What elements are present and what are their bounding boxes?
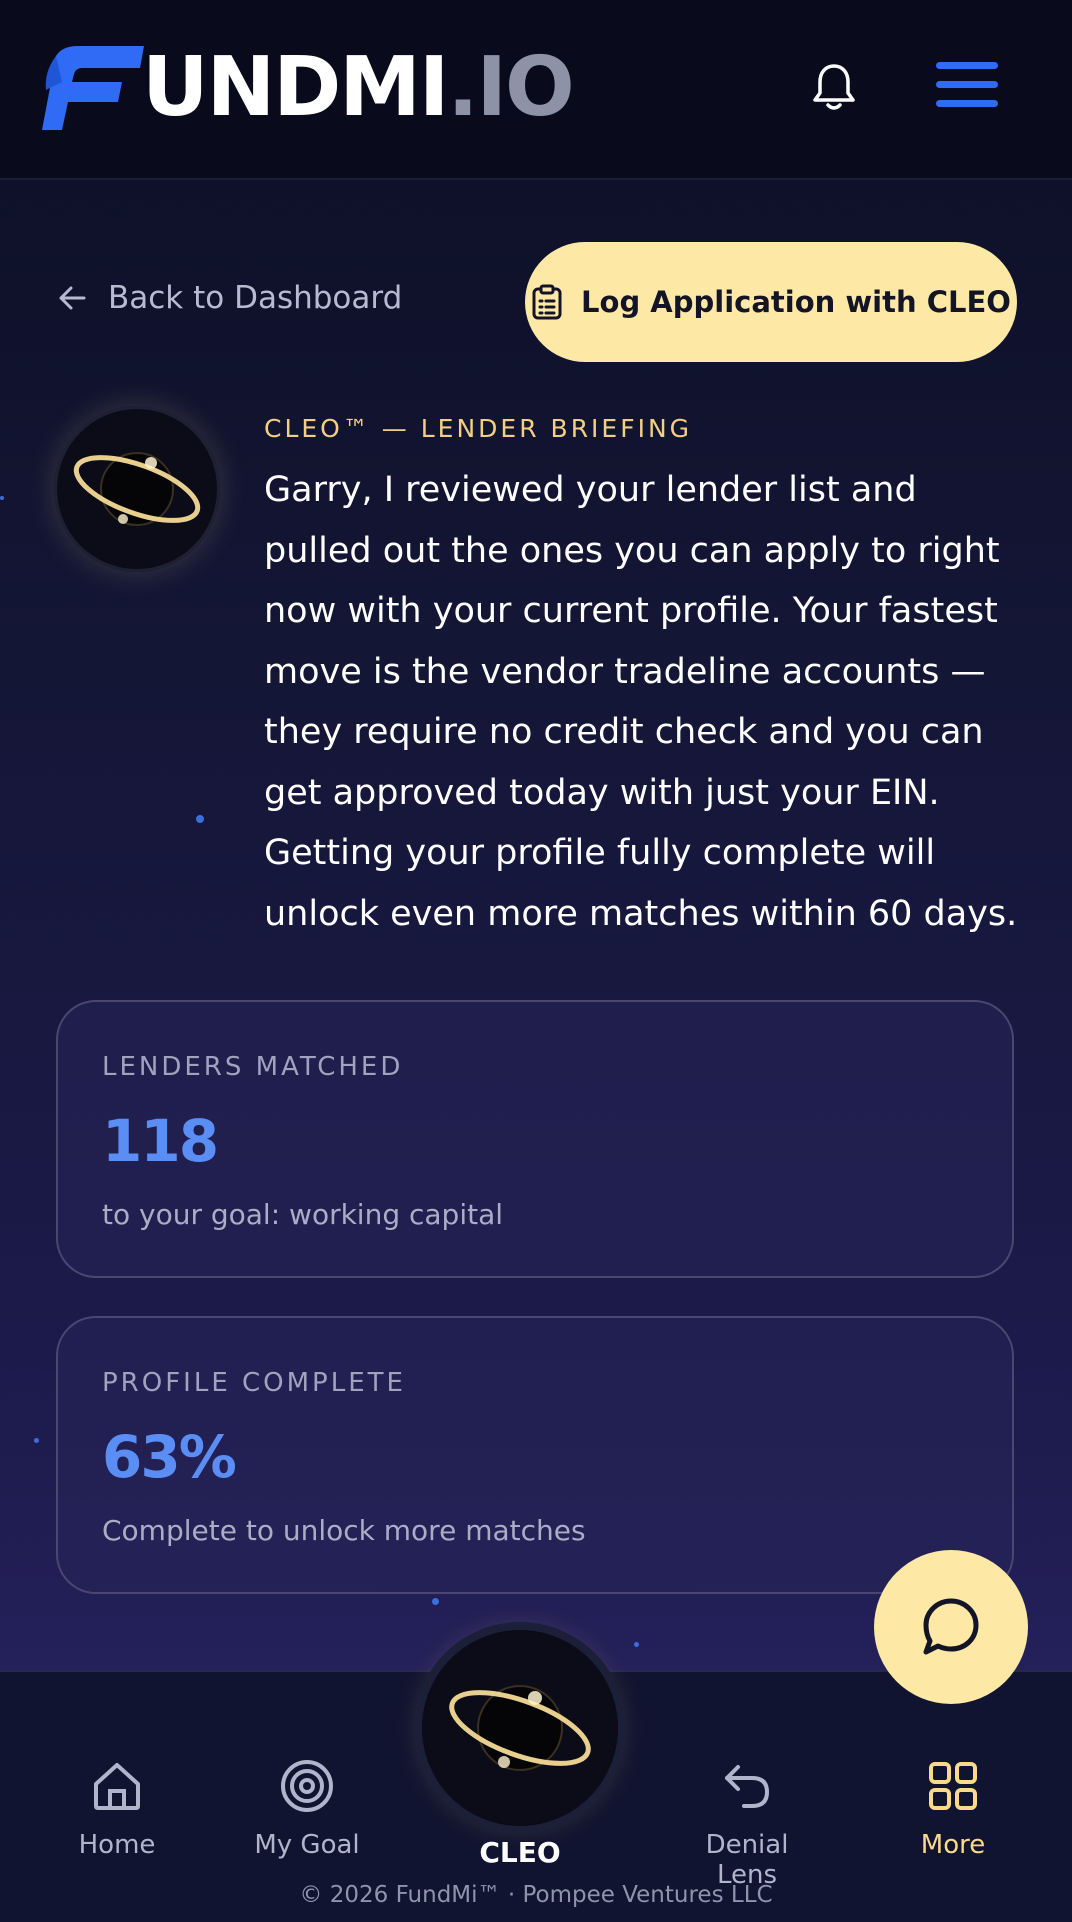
briefing-message: Garry, I reviewed your lender list and p… (264, 470, 1018, 934)
grid-icon (929, 1762, 977, 1810)
nav-home[interactable]: Home (42, 1756, 192, 1860)
cleo-avatar (54, 406, 220, 572)
planet-icon (449, 1685, 591, 1771)
briefing-label: CLEO™ — LENDER BRIEFING (264, 414, 693, 443)
arrow-left-icon (59, 286, 86, 310)
star-decoration (432, 1598, 439, 1605)
card-label: LENDERS MATCHED (102, 1052, 404, 1082)
card-value: 63% (102, 1423, 237, 1491)
nav-more[interactable]: More (878, 1756, 1028, 1860)
nav-cleo-label: CLEO (479, 1836, 561, 1869)
chat-bubble-icon (923, 1598, 979, 1655)
back-link-label: Back to Dashboard (108, 280, 403, 316)
nav-my-goal-label: My Goal (254, 1830, 360, 1860)
star-decoration (34, 1438, 39, 1443)
card-value: 118 (102, 1107, 219, 1175)
hamburger-menu-icon[interactable] (936, 62, 998, 112)
nav-denial-lens[interactable]: Denial Lens (672, 1756, 822, 1890)
back-to-dashboard-link[interactable]: Back to Dashboard (58, 280, 402, 316)
star-decoration (196, 815, 204, 823)
undo-arrow-icon (725, 1765, 770, 1808)
nav-my-goal[interactable]: My Goal (232, 1756, 382, 1860)
nav-denial-lens-label: Denial Lens (705, 1830, 789, 1890)
app-header: UNDMI.IO (0, 0, 1072, 180)
nav-home-label: Home (78, 1830, 156, 1860)
logo-text: UNDMI.IO (142, 40, 575, 135)
logo-f-icon (42, 46, 144, 130)
clipboard-icon (532, 284, 562, 320)
fundmi-logo[interactable]: UNDMI.IO (42, 40, 575, 136)
star-decoration (0, 496, 4, 500)
profile-complete-card: PROFILE COMPLETE 63% Complete to unlock … (56, 1316, 1014, 1594)
nav-cleo-button[interactable] (422, 1630, 618, 1826)
card-subtitle: Complete to unlock more matches (102, 1514, 586, 1547)
nav-more-label: More (920, 1830, 986, 1860)
planet-icon (73, 452, 201, 526)
footer-copyright: © 2026 FundMi™ · Pompee Ventures LLC (299, 1882, 773, 1908)
lenders-matched-card: LENDERS MATCHED 118 to your goal: workin… (56, 1000, 1014, 1278)
home-icon (94, 1763, 140, 1810)
card-subtitle: to your goal: working capital (102, 1198, 504, 1231)
log-application-button[interactable]: Log Application with CLEO (525, 242, 1017, 362)
notification-bell-icon[interactable] (812, 62, 856, 112)
card-label: PROFILE COMPLETE (102, 1368, 406, 1398)
star-decoration (634, 1642, 639, 1647)
chat-button[interactable] (874, 1550, 1028, 1704)
log-application-label: Log Application with CLEO (581, 285, 1011, 319)
target-icon (281, 1760, 333, 1812)
